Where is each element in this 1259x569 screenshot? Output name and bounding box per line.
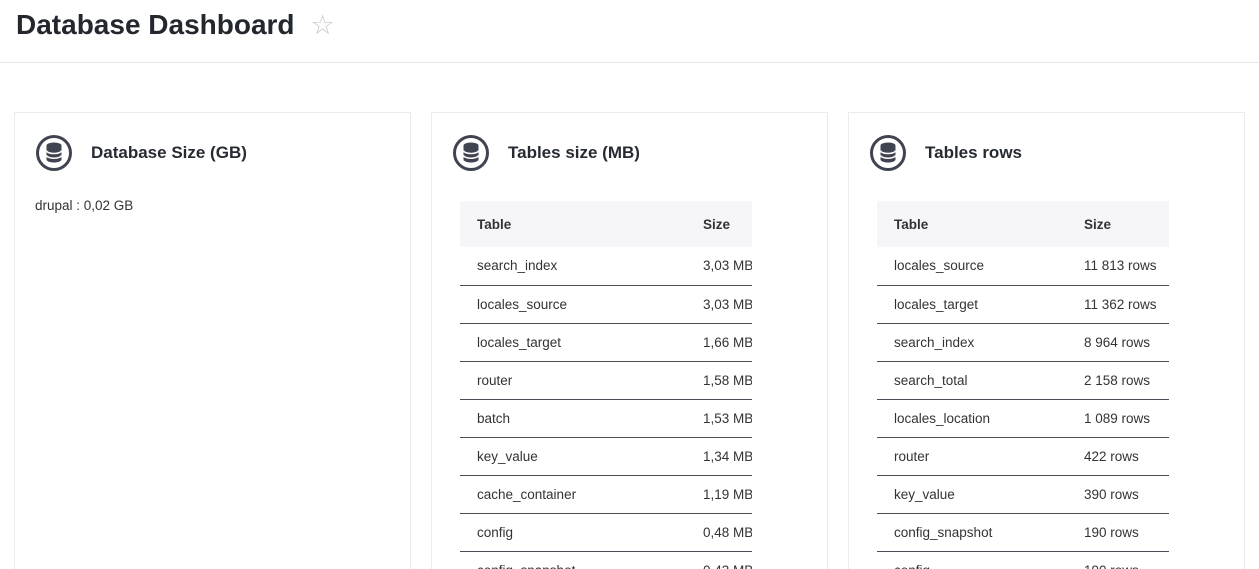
favorite-star-icon[interactable]: ☆ — [311, 6, 335, 44]
table-row: locales_target1,66 MB — [460, 323, 752, 361]
table-cell: 11 813 rows — [1067, 247, 1169, 285]
table-cell: search_index — [460, 247, 686, 285]
table-cell: 390 rows — [1067, 475, 1169, 513]
table-header-row: Table Size — [460, 201, 752, 247]
table-row: batch1,53 MB — [460, 399, 752, 437]
table-header-row: Table Size — [877, 201, 1169, 247]
table-row: router1,58 MB — [460, 361, 752, 399]
table-row: search_index3,03 MB — [460, 247, 752, 285]
table-cell: 1,53 MB — [686, 399, 752, 437]
column-header-table: Table — [877, 201, 1067, 247]
table-row: config190 rows — [877, 551, 1169, 569]
table-row: key_value1,34 MB — [460, 437, 752, 475]
column-header-size: Size — [686, 201, 752, 247]
table-cell: config_snapshot — [877, 513, 1067, 551]
table-cell: 3,03 MB — [686, 285, 752, 323]
table-row: search_index8 964 rows — [877, 323, 1169, 361]
table-row: config_snapshot0,43 MB — [460, 551, 752, 569]
card-title: Tables size (MB) — [508, 143, 640, 163]
table-row: locales_source11 813 rows — [877, 247, 1169, 285]
table-cell: locales_location — [877, 399, 1067, 437]
table-cell: search_total — [877, 361, 1067, 399]
table-cell: 0,48 MB — [686, 513, 752, 551]
table-cell: 1,58 MB — [686, 361, 752, 399]
table-cell: 11 362 rows — [1067, 285, 1169, 323]
table-cell: 2 158 rows — [1067, 361, 1169, 399]
dashboard-cards: Database Size (GB) drupal : 0,02 GB Tabl… — [0, 63, 1259, 569]
card-tables-size: Tables size (MB) Table Size search_index… — [431, 112, 828, 569]
tables-size-table: Table Size search_index3,03 MBlocales_so… — [460, 201, 752, 569]
database-icon — [35, 134, 73, 172]
card-header: Tables size (MB) — [452, 134, 807, 172]
page-title: Database Dashboard — [16, 6, 295, 44]
table-cell: search_index — [877, 323, 1067, 361]
database-icon — [452, 134, 490, 172]
table-cell: key_value — [877, 475, 1067, 513]
table-cell: 1 089 rows — [1067, 399, 1169, 437]
top-bar: Database Dashboard ☆ — [0, 0, 1259, 63]
tables-rows-table: Table Size locales_source11 813 rowsloca… — [877, 201, 1169, 569]
table-cell: config — [460, 513, 686, 551]
table-cell: 190 rows — [1067, 513, 1169, 551]
table-cell: 0,43 MB — [686, 551, 752, 569]
column-header-size: Size — [1067, 201, 1169, 247]
table-row: config_snapshot190 rows — [877, 513, 1169, 551]
table-row: locales_source3,03 MB — [460, 285, 752, 323]
table-cell: locales_target — [877, 285, 1067, 323]
table-cell: 1,66 MB — [686, 323, 752, 361]
card-header: Database Size (GB) — [35, 134, 390, 172]
table-row: locales_target11 362 rows — [877, 285, 1169, 323]
card-database-size: Database Size (GB) drupal : 0,02 GB — [14, 112, 411, 569]
card-title: Tables rows — [925, 143, 1022, 163]
table-cell: 1,34 MB — [686, 437, 752, 475]
table-cell: 3,03 MB — [686, 247, 752, 285]
table-cell: 190 rows — [1067, 551, 1169, 569]
database-size-value: drupal : 0,02 GB — [35, 198, 390, 213]
column-header-table: Table — [460, 201, 686, 247]
table-cell: cache_container — [460, 475, 686, 513]
table-row: router422 rows — [877, 437, 1169, 475]
card-title: Database Size (GB) — [91, 143, 247, 163]
card-tables-rows: Tables rows Table Size locales_source11 … — [848, 112, 1245, 569]
table-cell: config — [877, 551, 1067, 569]
table-cell: locales_target — [460, 323, 686, 361]
table-cell: 8 964 rows — [1067, 323, 1169, 361]
table-cell: batch — [460, 399, 686, 437]
table-row: cache_container1,19 MB — [460, 475, 752, 513]
table-cell: 1,19 MB — [686, 475, 752, 513]
table-cell: 422 rows — [1067, 437, 1169, 475]
table-cell: locales_source — [460, 285, 686, 323]
card-header: Tables rows — [869, 134, 1224, 172]
table-cell: router — [877, 437, 1067, 475]
table-cell: locales_source — [877, 247, 1067, 285]
table-cell: router — [460, 361, 686, 399]
table-row: key_value390 rows — [877, 475, 1169, 513]
table-cell: key_value — [460, 437, 686, 475]
table-row: locales_location1 089 rows — [877, 399, 1169, 437]
table-cell: config_snapshot — [460, 551, 686, 569]
table-row: search_total2 158 rows — [877, 361, 1169, 399]
database-icon — [869, 134, 907, 172]
table-row: config0,48 MB — [460, 513, 752, 551]
